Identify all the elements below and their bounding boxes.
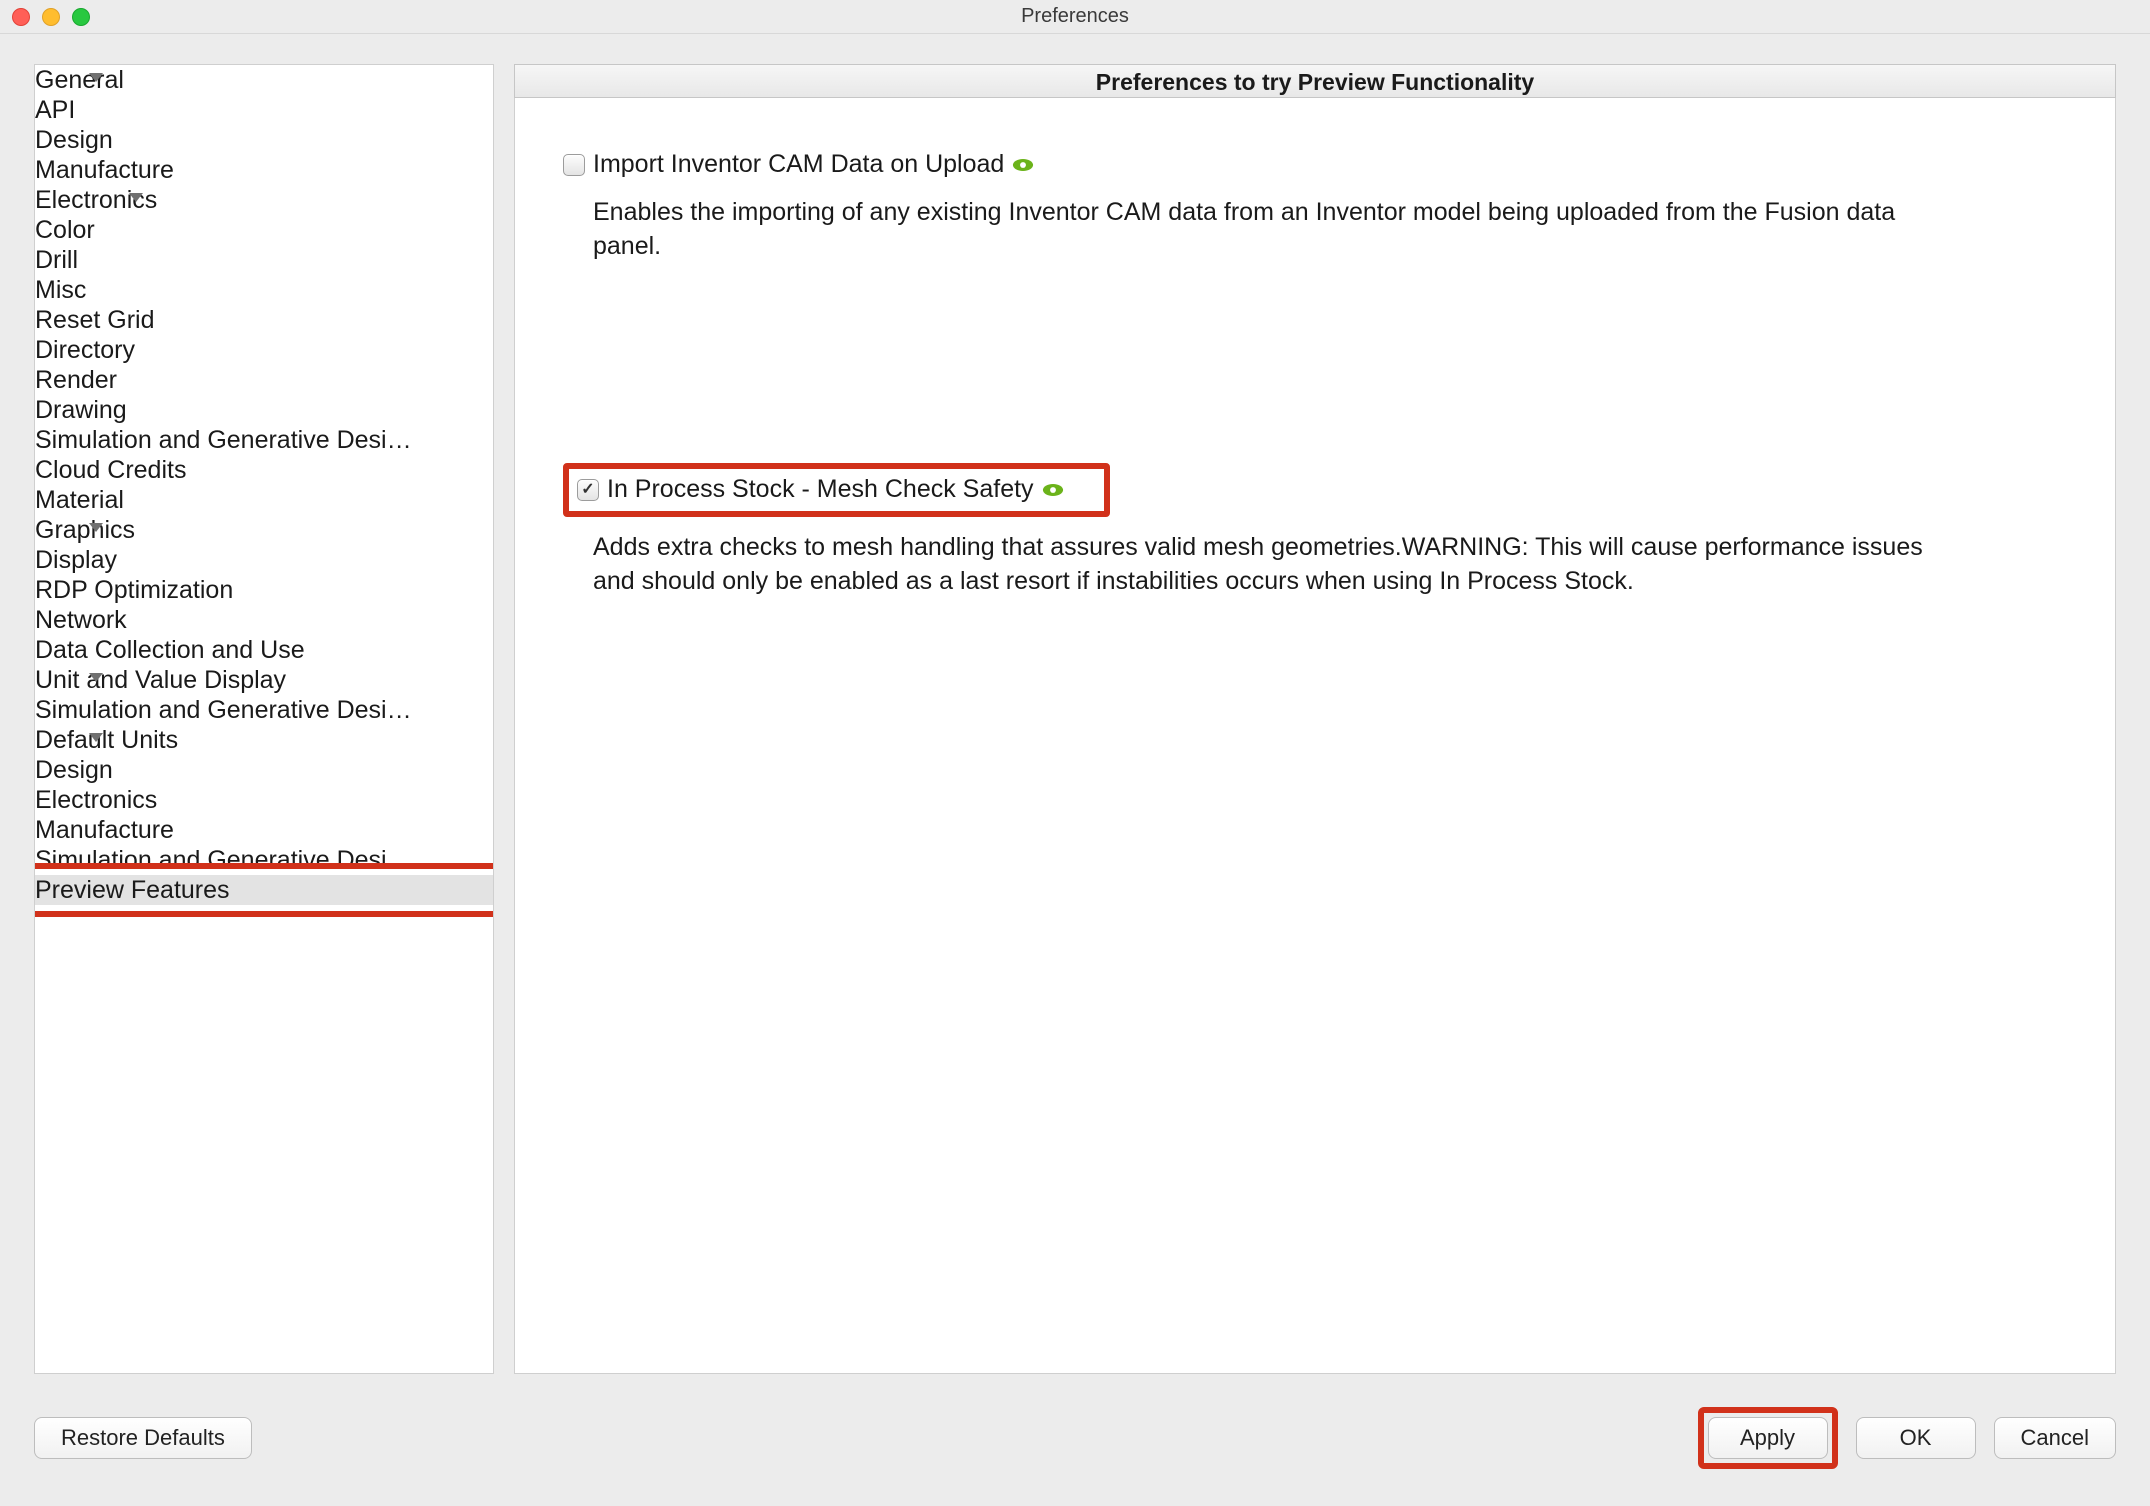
option-description: Enables the importing of any existing In… <box>593 196 2041 264</box>
window-controls <box>12 8 90 26</box>
highlight-annotation-apply: Apply <box>1698 1407 1838 1469</box>
sidebar-item[interactable]: Manufacture <box>35 155 493 185</box>
sidebar-item[interactable]: Data Collection and Use <box>35 635 493 665</box>
apply-button[interactable]: Apply <box>1708 1417 1828 1459</box>
preview-eye-icon <box>1012 158 1034 172</box>
minimize-window-button[interactable] <box>42 8 60 26</box>
sidebar-item[interactable]: Default Units <box>35 725 493 755</box>
sidebar-item[interactable]: Design <box>35 125 493 155</box>
cancel-button[interactable]: Cancel <box>1994 1417 2116 1459</box>
sidebar-item[interactable]: Drill <box>35 245 493 275</box>
sidebar-item[interactable]: Unit and Value Display <box>35 665 493 695</box>
highlight-annotation-option: In Process Stock - Mesh Check Safety <box>563 463 1110 517</box>
sidebar-item[interactable]: Graphics <box>35 515 493 545</box>
sidebar-item[interactable]: Display <box>35 545 493 575</box>
sidebar-item[interactable]: Reset Grid <box>35 305 493 335</box>
sidebar-item[interactable]: Simulation and Generative Desi… <box>35 845 493 875</box>
option-checkbox[interactable] <box>577 479 599 501</box>
preferences-sidebar: GeneralAPIDesignManufactureElectronicsCo… <box>34 64 494 1374</box>
sidebar-item[interactable]: General <box>35 65 493 95</box>
sidebar-item[interactable]: Render <box>35 365 493 395</box>
sidebar-item[interactable]: Directory <box>35 335 493 365</box>
ok-button[interactable]: OK <box>1856 1417 1976 1459</box>
option-checkbox[interactable] <box>563 154 585 176</box>
sidebar-item[interactable]: API <box>35 95 493 125</box>
close-window-button[interactable] <box>12 8 30 26</box>
preference-option: Import Inventor CAM Data on Upload Enable… <box>563 148 2041 263</box>
preview-eye-icon <box>1042 483 1064 497</box>
sidebar-item[interactable]: RDP Optimization <box>35 575 493 605</box>
panel-header: Preferences to try Preview Functionality <box>514 64 2116 98</box>
sidebar-item[interactable]: Electronics <box>35 785 493 815</box>
option-label: In Process Stock - Mesh Check Safety <box>607 473 1034 507</box>
sidebar-item[interactable]: Preview Features <box>35 875 493 905</box>
sidebar-item[interactable]: Simulation and Generative Desi… <box>35 695 493 725</box>
sidebar-item[interactable]: Drawing <box>35 395 493 425</box>
option-description: Adds extra checks to mesh handling that … <box>593 531 2041 599</box>
restore-defaults-button[interactable]: Restore Defaults <box>34 1417 252 1459</box>
preference-option: In Process Stock - Mesh Check Safety Adds… <box>563 463 2041 598</box>
zoom-window-button[interactable] <box>72 8 90 26</box>
window-title: Preferences <box>0 5 2150 28</box>
sidebar-item[interactable]: Material <box>35 485 493 515</box>
option-label: Import Inventor CAM Data on Upload <box>593 148 1004 182</box>
button-bar: Restore Defaults Apply OK Cancel <box>34 1412 2116 1464</box>
sidebar-item[interactable]: Network <box>35 605 493 635</box>
sidebar-item[interactable]: Manufacture <box>35 815 493 845</box>
sidebar-item[interactable]: Cloud Credits <box>35 455 493 485</box>
sidebar-item[interactable]: Electronics <box>35 185 493 215</box>
preferences-tree[interactable]: GeneralAPIDesignManufactureElectronicsCo… <box>35 65 493 905</box>
sidebar-item[interactable]: Simulation and Generative Desi… <box>35 425 493 455</box>
sidebar-item[interactable]: Misc <box>35 275 493 305</box>
sidebar-item[interactable]: Color <box>35 215 493 245</box>
content-area: GeneralAPIDesignManufactureElectronicsCo… <box>34 64 2116 1374</box>
sidebar-item[interactable]: Design <box>35 755 493 785</box>
panel-body: Import Inventor CAM Data on Upload Enable… <box>514 98 2116 1374</box>
titlebar: Preferences <box>0 0 2150 34</box>
main-panel: Preferences to try Preview Functionality… <box>514 64 2116 1374</box>
preferences-window: Preferences GeneralAPIDesignManufactureE… <box>0 0 2150 1506</box>
